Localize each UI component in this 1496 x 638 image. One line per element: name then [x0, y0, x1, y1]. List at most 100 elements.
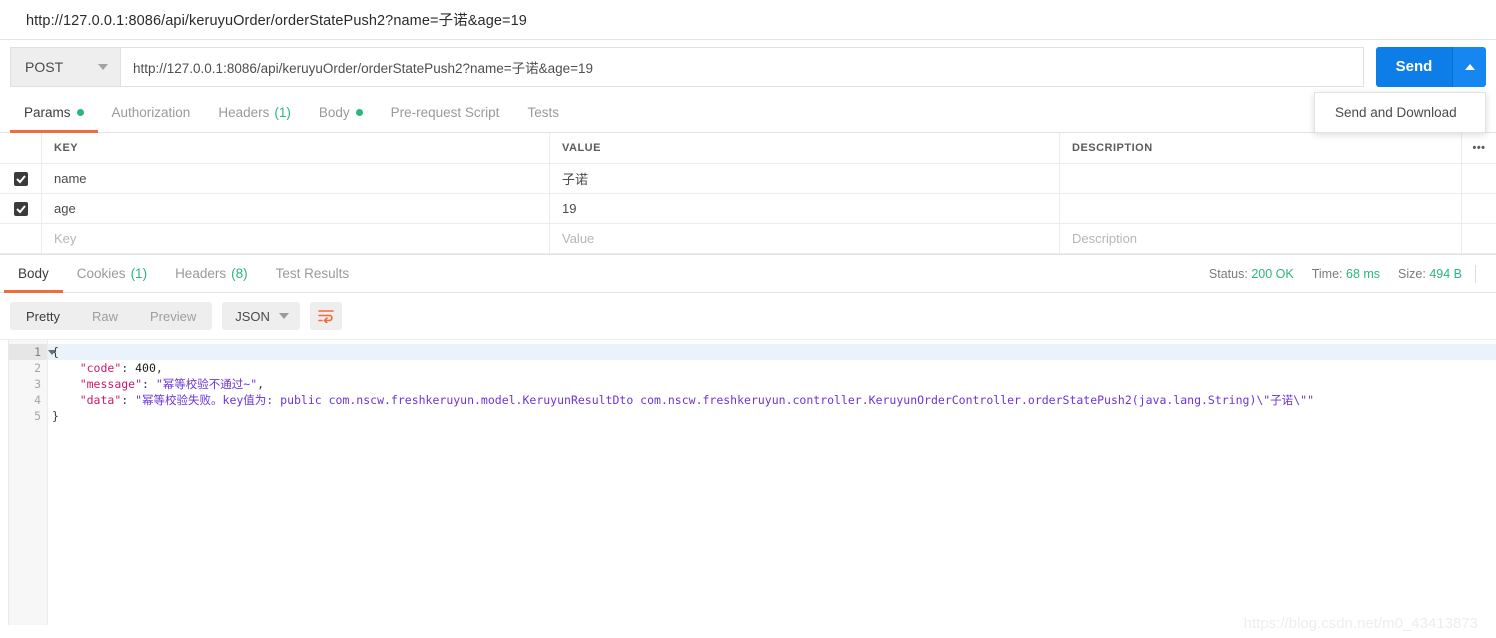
code-token-str: "幂等校验不通过~"	[155, 377, 258, 391]
code-line: "data": "幂等校验失败。key值为: public com.nscw.f…	[48, 392, 1496, 408]
bulk-edit-icon[interactable]: •••	[1462, 133, 1496, 163]
view-mode-preview[interactable]: Preview	[134, 302, 212, 330]
request-url-value: http://127.0.0.1:8086/api/keruyuOrder/or…	[133, 60, 594, 76]
row-value-input-age[interactable]: 19	[550, 194, 1060, 223]
response-tabs: Body Cookies (1) Headers (8) Test Result…	[0, 255, 1496, 293]
line-number: 3	[34, 377, 41, 391]
chevron-up-icon	[1464, 63, 1475, 70]
tab-body-label: Body	[318, 105, 350, 120]
code-token-num: 400	[135, 361, 156, 375]
code-line: "code": 400,	[48, 360, 1496, 376]
tab-response-body-label: Body	[18, 266, 49, 281]
check-icon	[13, 201, 28, 216]
code-token-str: "幂等校验失败。key值为: public com.nscw.freshkeru…	[135, 393, 1314, 407]
chevron-down-icon	[278, 313, 289, 319]
code-token-punct	[52, 377, 80, 391]
row-key-input-name[interactable]: name	[42, 164, 550, 193]
code-token-key: "message"	[79, 377, 143, 391]
view-mode-pretty[interactable]: Pretty	[10, 302, 76, 330]
line-number: 4	[34, 393, 41, 407]
row-checkbox-name[interactable]	[0, 164, 42, 193]
postman-window: http://127.0.0.1:8086/api/keruyuOrder/or…	[0, 0, 1496, 638]
fold-arrow-icon[interactable]	[48, 350, 56, 355]
view-mode-raw[interactable]: Raw	[76, 302, 134, 330]
send-options-button[interactable]	[1452, 46, 1486, 87]
request-tabs: Params Authorization Headers (1) Body Pr…	[0, 93, 1496, 133]
line-number: 2	[34, 361, 41, 375]
size-badge: Size: 494 B	[1398, 267, 1462, 281]
view-mode-group: Pretty Raw Preview	[10, 302, 213, 330]
tab-headers[interactable]: Headers (1)	[204, 93, 305, 132]
header-cell-select	[0, 133, 42, 163]
table-row: name 子诺	[0, 164, 1496, 194]
row-checkbox-empty[interactable]	[0, 224, 42, 253]
response-body-toolbar: Pretty Raw Preview JSON	[0, 293, 1496, 339]
tab-response-cookies-count: (1)	[130, 266, 148, 281]
code-token-punct: :	[121, 393, 136, 407]
tab-authorization[interactable]: Authorization	[98, 93, 205, 132]
tab-response-headers-label: Headers	[175, 266, 227, 281]
tab-response-cookies[interactable]: Cookies (1)	[63, 255, 161, 292]
code-token-punct: :	[121, 361, 136, 375]
size-value: 494 B	[1429, 267, 1462, 281]
row-description-input-age[interactable]	[1060, 194, 1462, 223]
menu-item-send-and-download[interactable]: Send and Download	[1315, 99, 1485, 126]
response-meta: Status: 200 OK Time: 68 ms Size: 494 B	[1209, 255, 1462, 293]
row-description-input-name[interactable]	[1060, 164, 1462, 193]
params-table-header-row: KEY VALUE DESCRIPTION •••	[0, 133, 1496, 164]
row-actions-name	[1462, 164, 1496, 193]
request-url-row: POST http://127.0.0.1:8086/api/keruyuOrd…	[0, 40, 1496, 93]
row-value-input-name[interactable]: 子诺	[550, 164, 1060, 193]
new-value-input[interactable]: Value	[550, 224, 1060, 253]
tab-tests[interactable]: Tests	[513, 93, 573, 132]
code-line: "message": "幂等校验不通过~",	[48, 376, 1496, 392]
tab-response-headers[interactable]: Headers (8)	[161, 255, 262, 292]
tab-headers-count: (1)	[274, 105, 291, 120]
tab-tests-label: Tests	[527, 105, 559, 120]
http-method-label: POST	[25, 58, 64, 75]
status-label: Status:	[1208, 267, 1248, 281]
status-value: 200 OK	[1251, 267, 1294, 281]
params-modified-dot-icon	[76, 109, 84, 116]
params-table: KEY VALUE DESCRIPTION ••• name 子诺 age 19…	[0, 133, 1496, 255]
time-value: 68 ms	[1346, 267, 1381, 281]
table-row: age 19	[0, 194, 1496, 224]
tab-response-headers-count: (8)	[231, 266, 248, 281]
tab-test-results[interactable]: Test Results	[262, 255, 364, 292]
code-token-punct: ,	[257, 377, 265, 391]
send-button[interactable]: Send	[1376, 46, 1452, 87]
size-label: Size:	[1398, 267, 1426, 281]
meta-divider	[1475, 265, 1476, 283]
tab-body[interactable]: Body	[305, 93, 377, 132]
word-wrap-button[interactable]	[309, 302, 342, 330]
new-key-input[interactable]: Key	[42, 224, 550, 253]
time-badge: Time: 68 ms	[1312, 267, 1380, 281]
row-checkbox-age[interactable]	[0, 194, 42, 223]
word-wrap-icon	[318, 310, 334, 323]
viewer-left-rail	[0, 340, 9, 625]
table-row-empty: Key Value Description	[0, 224, 1496, 254]
request-url-input[interactable]: http://127.0.0.1:8086/api/keruyuOrder/or…	[120, 46, 1364, 87]
response-body-viewer[interactable]: 1 2 3 4 5 { "code": 400, "message": "幂等校…	[0, 339, 1496, 625]
json-code-content[interactable]: { "code": 400, "message": "幂等校验不通过~", "d…	[48, 340, 1496, 625]
row-key-input-age[interactable]: age	[42, 194, 550, 223]
header-cell-value: VALUE	[550, 133, 1060, 163]
new-description-input[interactable]: Description	[1060, 224, 1462, 253]
status-badge: Status: 200 OK	[1209, 267, 1294, 281]
body-modified-dot-icon	[355, 109, 363, 116]
code-token-punct: ,	[155, 361, 163, 375]
tab-params-label: Params	[24, 105, 71, 120]
send-button-group: Send	[1376, 46, 1486, 87]
http-method-select[interactable]: POST	[10, 46, 120, 87]
row-actions-age	[1462, 194, 1496, 223]
format-select[interactable]: JSON	[222, 302, 300, 330]
line-number: 1	[9, 344, 56, 360]
titlebar: http://127.0.0.1:8086/api/keruyuOrder/or…	[0, 0, 1496, 40]
tab-params[interactable]: Params	[10, 93, 98, 133]
tab-response-body[interactable]: Body	[4, 255, 63, 293]
tab-response-cookies-label: Cookies	[76, 266, 126, 281]
titlebar-url-text: http://127.0.0.1:8086/api/keruyuOrder/or…	[26, 13, 527, 29]
code-token-punct: }	[52, 409, 59, 423]
code-line: }	[48, 408, 1496, 424]
tab-pre-request-script[interactable]: Pre-request Script	[377, 93, 514, 132]
